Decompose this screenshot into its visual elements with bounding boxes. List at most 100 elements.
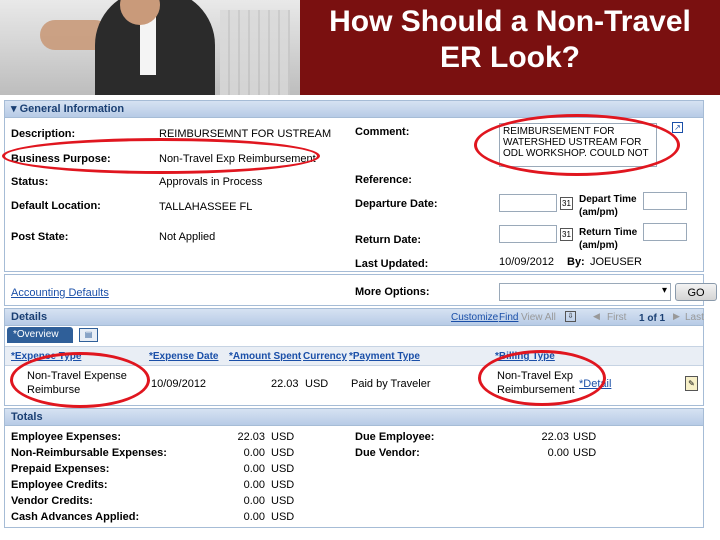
show-all-columns-icon[interactable]: ▤ [79,328,98,342]
expense-type-line2: Reimburse [27,384,81,396]
payment-type-value: Paid by Traveler [351,378,431,390]
details-label: Details [11,311,48,323]
col-billing-type[interactable]: *Billing Type [495,351,555,362]
post-state-label: Post State: [11,231,69,243]
comment-textarea[interactable]: REIMBURSEMENT FOR WATERSHED USTREAM FOR … [499,123,657,167]
currency-value: USD [305,378,329,390]
general-information-bar[interactable]: ▾ General Information [5,101,703,118]
total-left-label: Prepaid Expenses: [11,463,110,475]
post-state-value: Not Applied [159,231,216,243]
slide-title-line2: ER Look? [440,41,580,74]
depart-time-input[interactable] [643,192,687,210]
amount-spent-value: 22.03 [271,378,299,390]
totals-label: Totals [11,411,43,423]
col-payment-type[interactable]: *Payment Type [349,351,420,362]
col-currency[interactable]: Currency [303,351,347,362]
grid-header-row: *Expense Type *Expense Date *Amount Spen… [5,346,703,366]
col-expense-date[interactable]: *Expense Date [149,351,218,362]
total-left-label: Employee Expenses: [11,431,122,443]
total-left-label: Cash Advances Applied: [11,511,140,523]
total-left-amount: 0.00 [243,447,265,459]
return-time-input[interactable] [643,223,687,241]
by-label: By: [567,256,585,268]
table-row: Non-Travel Expense Reimburse 10/09/2012 … [5,365,703,401]
tab-overview[interactable]: *Overview [7,327,73,343]
slide-title-line1: How Should a Non-Travel [329,5,691,38]
more-options-select[interactable]: ▾ [499,283,671,301]
detail-link[interactable]: *Detail [579,378,611,390]
total-left-currency: USD [271,431,295,443]
return-date-label: Return Date: [355,234,422,246]
total-left-amount: 22.03 [237,431,265,443]
total-left-label: Employee Credits: [11,479,108,491]
notes-icon[interactable]: ✎ [685,376,698,391]
departure-calendar-icon[interactable]: 31 [560,197,573,210]
default-location-label: Default Location: [11,200,101,212]
depart-time-unit: (am/pm) [579,207,618,218]
customize-link[interactable]: Customize [451,312,498,323]
last-updated-value: 10/09/2012 [499,256,555,268]
col-expense-type[interactable]: *Expense Type [11,351,81,362]
total-left-label: Non-Reimbursable Expenses: [11,447,167,459]
total-left-currency: USD [271,479,295,491]
status-label: Status: [11,176,49,188]
comment-line-2: WATERSHED USTREAM FOR [503,137,642,148]
expense-date-value: 10/09/2012 [151,378,207,390]
comment-line-3: ODL WORKSHOP. COULD NOT [503,148,649,159]
total-left-amount: 0.00 [243,511,265,523]
dropdown-arrow-icon: ▾ [661,285,667,296]
total-left-currency: USD [271,511,295,523]
business-purpose-label: Business Purpose: [11,153,111,165]
by-value: JOEUSER [590,256,642,268]
description-value: REIMBURSEMNT FOR USTREAM [159,128,332,140]
total-left-currency: USD [271,447,295,459]
depart-time-label: Depart Time [579,194,637,205]
last-link[interactable]: Last [685,312,704,323]
go-button[interactable]: GO [675,283,717,301]
total-right-currency: USD [573,431,597,443]
total-left-amount: 0.00 [243,495,265,507]
actions-row: Accounting Defaults More Options: ▾ GO [4,274,717,306]
first-page-icon[interactable]: ◀ [593,311,600,322]
business-purpose-value: Non-Travel Exp Reimbursement [159,153,316,165]
totals-bar: Totals [5,409,703,426]
return-date-input[interactable] [499,225,557,243]
billing-type-line1: Non-Travel Exp [497,370,574,382]
total-left-amount: 0.00 [243,479,265,491]
reference-label: Reference: [355,174,412,186]
return-time-unit: (am/pm) [579,240,618,251]
last-updated-label: Last Updated: [355,258,429,270]
collapse-triangle-icon[interactable]: ▾ [11,103,20,115]
find-link[interactable]: Find [499,312,518,323]
comment-label: Comment: [355,126,410,138]
slide-title: How Should a Non-Travel ER Look? [300,4,720,76]
general-information-label: General Information [19,103,125,115]
comment-line-1: REIMBURSEMENT FOR [503,126,615,137]
businessman-photo [0,0,300,95]
building-graphic [220,10,290,95]
total-right-label: Due Employee: [355,431,435,443]
expand-comment-icon[interactable]: ↗ [672,122,683,133]
departure-date-label: Departure Date: [355,198,438,210]
total-right-amount: 0.00 [547,447,569,459]
description-label: Description: [11,128,76,140]
first-link[interactable]: First [607,312,626,323]
details-panel: Details Customize Find View All ⇩ ◀ Firs… [4,308,704,406]
col-amount-spent[interactable]: *Amount Spent [229,351,301,362]
view-all-link[interactable]: View All [521,312,556,323]
departure-date-input[interactable] [499,194,557,212]
totals-panel: Totals Employee Expenses: 22.03 USD Non-Rei… [4,408,704,528]
total-left-label: Vendor Credits: [11,495,93,507]
more-options-label: More Options: [355,286,430,298]
return-calendar-icon[interactable]: 31 [560,228,573,241]
accounting-defaults-link[interactable]: Accounting Defaults [11,287,109,299]
total-left-currency: USD [271,463,295,475]
total-left-amount: 0.00 [243,463,265,475]
general-information-panel: ▾ General Information Description: REIMB… [4,100,704,272]
download-grid-icon[interactable]: ⇩ [565,311,576,322]
total-right-amount: 22.03 [541,431,569,443]
last-page-icon[interactable]: ▶ [673,311,680,322]
expense-type-line1: Non-Travel Expense [27,370,127,382]
total-right-currency: USD [573,447,597,459]
total-left-currency: USD [271,495,295,507]
